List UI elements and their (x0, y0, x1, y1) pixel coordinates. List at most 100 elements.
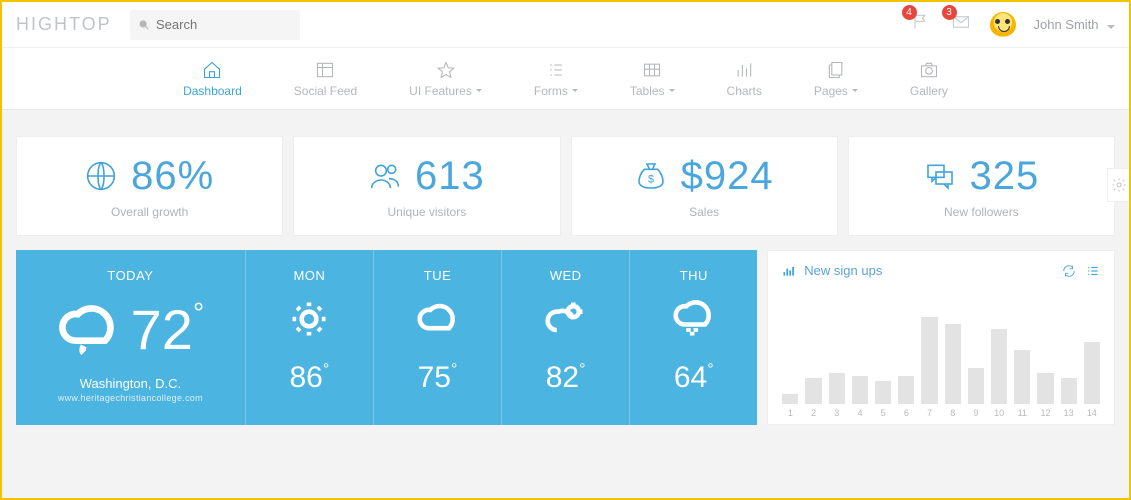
gear-icon (1111, 177, 1127, 193)
search-icon (138, 18, 150, 32)
signups-widget: New sign ups 1234567891011121314 (767, 250, 1115, 425)
watermark: www.heritagechristiancollege.com (58, 393, 203, 403)
chevron-down-icon (1107, 25, 1115, 29)
cloud-rain-icon (672, 297, 716, 341)
brand-logo: HIGHTOP (16, 14, 112, 35)
day-name: WED (550, 268, 582, 283)
signups-chart: 1234567891011121314 (782, 308, 1100, 418)
main-nav: Dashboard Social Feed UI Features Forms … (2, 48, 1129, 110)
users-icon (369, 160, 401, 192)
signups-header: New sign ups (782, 263, 1100, 278)
mail-badge: 3 (942, 5, 957, 20)
settings-button[interactable] (1107, 168, 1129, 202)
notifications-mail[interactable]: 3 (950, 13, 972, 36)
chart-bar: 12 (1037, 373, 1053, 418)
day-name: TODAY (107, 268, 153, 283)
stat-sales: $ $924 Sales (571, 136, 838, 236)
chevron-down-icon (852, 89, 858, 92)
nav-label: Dashboard (183, 84, 242, 98)
nav-label: Pages (814, 84, 848, 98)
stat-value: 86% (131, 154, 214, 199)
nav-pages[interactable]: Pages (814, 60, 858, 98)
list-icon[interactable] (1086, 264, 1100, 278)
nav-gallery[interactable]: Gallery (910, 60, 948, 98)
cloud-sun-icon (544, 297, 588, 341)
today-temp: 72 (131, 298, 193, 361)
degree-symbol: ° (193, 297, 204, 328)
flag-badge: 4 (902, 5, 917, 20)
nav-label: Forms (534, 84, 568, 98)
nav-dashboard[interactable]: Dashboard (183, 60, 242, 98)
nav-forms[interactable]: Forms (534, 60, 578, 98)
signups-title: New sign ups (804, 263, 882, 278)
chevron-down-icon (669, 89, 675, 92)
day-name: THU (680, 268, 708, 283)
username-label: John Smith (1034, 17, 1099, 32)
chart-bar: 1 (782, 394, 798, 418)
weather-day-tue: TUE 75° (374, 250, 502, 425)
day-temp: 86 (289, 361, 322, 394)
weather-day-mon: MON 86° (246, 250, 374, 425)
chart-bar: 8 (945, 324, 961, 418)
nav-label: UI Features (409, 84, 472, 98)
chart-bar: 4 (852, 376, 868, 418)
chart-bar: 11 (1014, 350, 1030, 418)
stat-label: New followers (944, 205, 1019, 219)
nav-label: Social Feed (294, 84, 357, 98)
cloud-icon (416, 297, 460, 341)
chart-bar: 13 (1061, 378, 1077, 418)
row-widgets: TODAY 72° Washington, D.C. www.heritagec… (16, 250, 1115, 425)
nav-charts[interactable]: Charts (727, 60, 762, 98)
chart-bar: 10 (991, 329, 1007, 418)
nav-ui-features[interactable]: UI Features (409, 60, 482, 98)
day-name: MON (293, 268, 325, 283)
weather-widget: TODAY 72° Washington, D.C. www.heritagec… (16, 250, 757, 425)
chart-bar: 3 (829, 373, 845, 418)
cloud-rain-icon (57, 298, 121, 362)
nav-social-feed[interactable]: Social Feed (294, 60, 357, 98)
chart-bar: 5 (875, 381, 891, 418)
stat-value: 613 (415, 154, 485, 199)
chat-icon (924, 160, 956, 192)
chevron-down-icon (476, 89, 482, 92)
table-icon (641, 60, 663, 80)
stat-label: Unique visitors (388, 205, 467, 219)
day-temp: 64 (674, 361, 707, 394)
nav-label: Gallery (910, 84, 948, 98)
day-temp: 82 (546, 361, 579, 394)
bars-icon (733, 60, 755, 80)
feed-icon (314, 60, 336, 80)
globe-icon (85, 160, 117, 192)
stat-unique-visitors: 613 Unique visitors (293, 136, 560, 236)
search-box[interactable] (130, 10, 300, 40)
weather-day-wed: WED 82° (502, 250, 630, 425)
refresh-icon[interactable] (1062, 264, 1076, 278)
stat-value: 325 (970, 154, 1040, 199)
sun-icon (287, 297, 331, 341)
avatar[interactable] (990, 12, 1016, 38)
pages-icon (825, 60, 847, 80)
top-right: 4 3 John Smith (910, 12, 1130, 38)
moneybag-icon: $ (635, 160, 667, 192)
svg-text:$: $ (648, 174, 654, 186)
chart-bar: 2 (805, 378, 821, 418)
home-icon (201, 60, 223, 80)
bars-icon (782, 264, 796, 278)
search-input[interactable] (156, 17, 292, 32)
weather-day-thu: THU 64° (630, 250, 757, 425)
stat-new-followers: 325 New followers (848, 136, 1115, 236)
chart-bar: 7 (921, 317, 937, 418)
day-name: TUE (424, 268, 452, 283)
notifications-flag[interactable]: 4 (910, 13, 932, 36)
chart-bar: 6 (898, 376, 914, 418)
stat-overall-growth: 86% Overall growth (16, 136, 283, 236)
nav-label: Tables (630, 84, 665, 98)
list-icon (545, 60, 567, 80)
user-menu[interactable]: John Smith (1034, 16, 1116, 34)
stat-value: $924 (681, 154, 774, 199)
stat-label: Sales (689, 205, 719, 219)
camera-icon (918, 60, 940, 80)
chevron-down-icon (572, 89, 578, 92)
star-icon (435, 60, 457, 80)
nav-tables[interactable]: Tables (630, 60, 675, 98)
